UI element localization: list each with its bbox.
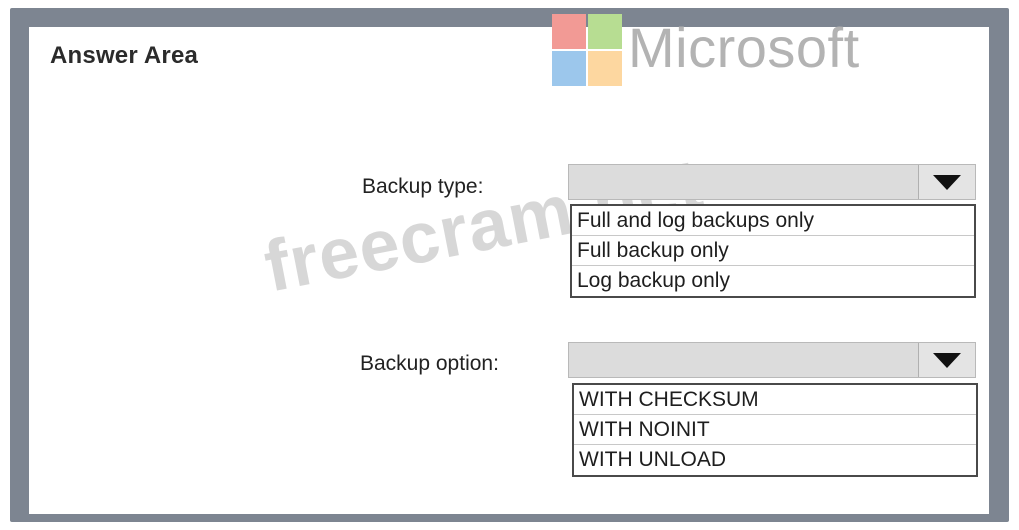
chevron-down-icon — [933, 353, 961, 368]
backup-option-dropdown[interactable] — [568, 342, 976, 378]
backup-option-dropdown-button[interactable] — [918, 343, 975, 377]
microsoft-wordmark: Microsoft — [628, 16, 860, 79]
backup-option-option[interactable]: WITH UNLOAD — [574, 445, 976, 475]
backup-option-label: Backup option: — [360, 352, 499, 375]
backup-type-option[interactable]: Full and log backups only — [572, 206, 974, 236]
backup-option-option[interactable]: WITH CHECKSUM — [574, 385, 976, 415]
chevron-down-icon — [933, 175, 961, 190]
backup-type-option[interactable]: Full backup only — [572, 236, 974, 266]
backup-type-dropdown[interactable] — [568, 164, 976, 200]
logo-tile-blue — [552, 51, 586, 86]
logo-tile-yellow — [588, 51, 622, 86]
microsoft-logo-icon — [552, 14, 622, 86]
logo-tile-red — [552, 14, 586, 49]
backup-type-label: Backup type: — [362, 175, 484, 198]
backup-option-option[interactable]: WITH NOINIT — [574, 415, 976, 445]
backup-type-option[interactable]: Log backup only — [572, 266, 974, 296]
backup-option-options: WITH CHECKSUM WITH NOINIT WITH UNLOAD — [572, 383, 978, 477]
backup-type-options: Full and log backups only Full backup on… — [570, 204, 976, 298]
backup-type-dropdown-button[interactable] — [918, 165, 975, 199]
page-title: Answer Area — [50, 42, 199, 69]
logo-tile-green — [588, 14, 622, 49]
